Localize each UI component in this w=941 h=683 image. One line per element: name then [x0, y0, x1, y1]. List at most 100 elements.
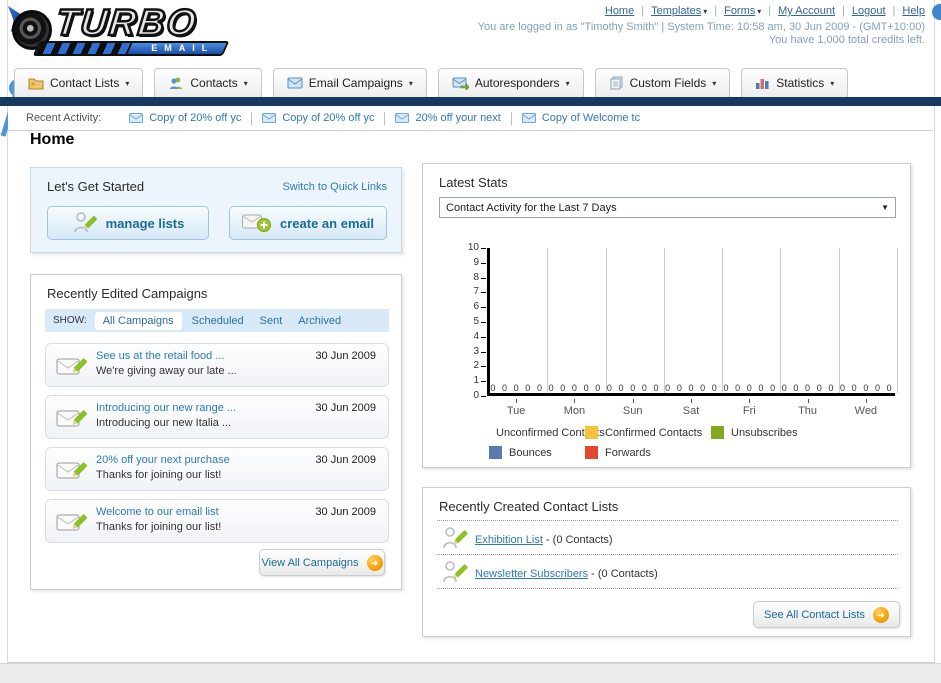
view-all-campaigns-button[interactable]: View All Campaigns ➜ — [259, 549, 385, 576]
chart-y-tick-mark — [481, 396, 486, 397]
campaign-title-link[interactable]: Introducing our new range ... — [96, 402, 236, 414]
chart-value-label: 0 — [758, 383, 764, 393]
chart-x-tick-mark — [807, 399, 809, 403]
campaign-title-link[interactable]: Welcome to our email list — [96, 506, 219, 518]
campaigns-title: Recently Edited Campaigns — [47, 286, 208, 301]
legend-swatch — [585, 426, 598, 439]
campaign-row[interactable]: Welcome to our email list Thanks for joi… — [45, 499, 389, 543]
contact-list-count: - (0 Contacts) — [588, 568, 658, 580]
envelope-plus-icon — [242, 214, 272, 232]
create-email-button[interactable]: create an email — [229, 206, 387, 240]
nav-tab-statistics[interactable]: Statistics ▾ — [741, 68, 849, 97]
page-footer — [0, 663, 941, 683]
select-caret-icon: ▼ — [881, 203, 889, 212]
recent-activity-link[interactable]: Copy of 20% off yc — [282, 112, 374, 124]
legend-entry: Bounces — [489, 446, 585, 459]
see-all-contact-lists-label: See All Contact Lists — [764, 608, 865, 621]
chart-y-tick-mark — [481, 366, 486, 368]
caret-down-icon: ▾ — [830, 78, 835, 88]
campaign-row[interactable]: See us at the retail food ... We're givi… — [45, 343, 389, 387]
chart-x-tick-mark — [749, 399, 751, 403]
filter-scheduled[interactable]: Scheduled — [192, 315, 244, 327]
nav-tab-custom-fields[interactable]: Custom Fields ▾ — [594, 68, 731, 97]
campaign-subtitle: We're giving away our late ... — [96, 365, 237, 377]
campaign-envelope-pencil-icon — [56, 462, 88, 479]
chart-y-tick-mark — [481, 277, 486, 279]
manage-lists-label: manage lists — [105, 215, 185, 231]
chart-value-label: 0 — [805, 383, 811, 393]
recent-activity-item[interactable]: Copy of 20% off yc — [119, 112, 251, 124]
latest-stats-title: Latest Stats — [439, 175, 508, 190]
campaign-row[interactable]: 20% off your next purchase Thanks for jo… — [45, 447, 389, 491]
navy-divider-bar — [0, 97, 941, 106]
chart-x-tick-mark — [516, 399, 518, 403]
manage-lists-button[interactable]: manage lists — [47, 206, 209, 240]
header-link-templates[interactable]: Templates — [651, 5, 701, 17]
campaign-envelope-pencil-icon — [56, 410, 88, 427]
chart-value-label: 0 — [618, 383, 624, 393]
see-all-contact-lists-button[interactable]: See All Contact Lists ➜ — [753, 601, 900, 628]
envelope-icon — [395, 113, 410, 123]
logo-subtitle: EMAIL — [151, 43, 215, 53]
custom-fields-icon — [610, 76, 623, 90]
header-link-forms[interactable]: Forms — [724, 5, 755, 17]
chart-value-label: 0 — [560, 383, 566, 393]
chart-x-category-label: Fri — [742, 405, 756, 417]
contact-lists-icon — [28, 78, 44, 90]
nav-tab-contacts[interactable]: Contacts ▾ — [154, 68, 262, 97]
get-started-panel: Let's Get Started Switch to Quick Links … — [30, 167, 402, 253]
chart-gridline — [838, 248, 840, 393]
nav-tab-contact-lists[interactable]: Contact Lists ▾ — [14, 68, 144, 97]
filter-archived[interactable]: Archived — [298, 315, 341, 327]
nav-tab-email-campaigns[interactable]: Email Campaigns ▾ — [272, 68, 427, 97]
dotted-divider — [437, 520, 898, 521]
chart-gridline — [547, 248, 549, 393]
filter-sent[interactable]: Sent — [260, 315, 283, 327]
chart-gridline — [605, 248, 607, 393]
chart-y-tick-label: 8 — [473, 271, 479, 283]
header-link-home[interactable]: Home — [605, 5, 634, 17]
stats-period-select[interactable]: Contact Activity for the Last 7 Days ▼ — [439, 197, 896, 218]
campaign-envelope-pencil-icon — [56, 514, 88, 531]
chart-value-label: 0 — [735, 383, 741, 393]
recent-activity-item[interactable]: Copy of 20% off yc — [252, 112, 384, 124]
campaign-subtitle: Thanks for joining our list! — [96, 521, 222, 533]
recent-activity-link[interactable]: Copy of Welcome tc — [542, 112, 640, 124]
recent-activity-item[interactable]: 20% off your next — [385, 112, 510, 124]
list-person-pencil-icon — [443, 527, 468, 549]
campaign-title-link[interactable]: See us at the retail food ... — [96, 350, 224, 362]
nav-tab-autoresponders[interactable]: Autoresponders ▾ — [437, 68, 584, 97]
dropdown-caret-icon: ▾ — [703, 7, 708, 16]
campaign-title-link[interactable]: 20% off your next purchase — [96, 454, 230, 466]
campaign-row[interactable]: Introducing our new range ... Introducin… — [45, 395, 389, 439]
contact-list-item: Newsletter Subscribers - (0 Contacts) — [475, 568, 658, 580]
contact-list-link[interactable]: Newsletter Subscribers — [475, 568, 588, 580]
header-link-logout[interactable]: Logout — [852, 5, 886, 17]
switch-quick-links[interactable]: Switch to Quick Links — [282, 181, 387, 193]
envelope-icon — [129, 113, 144, 123]
legend-label: Confirmed Contacts — [605, 426, 703, 439]
logo-title: TURBO — [53, 1, 201, 45]
header-link-help[interactable]: Help — [902, 5, 925, 17]
campaign-date: 30 Jun 2009 — [315, 402, 376, 414]
show-label: SHOW: — [53, 315, 87, 326]
arrow-right-icon: ➜ — [872, 606, 889, 623]
chart-x-category-label: Thu — [798, 405, 818, 417]
chart-x-tick-mark — [574, 399, 576, 403]
arrow-right-icon: ➜ — [366, 554, 383, 571]
chart-value-label: 0 — [536, 383, 542, 393]
chart-value-label: 0 — [711, 383, 717, 393]
chart-y-tick-mark — [481, 322, 486, 323]
chart-value-label: 0 — [840, 383, 846, 393]
recent-activity-item[interactable]: Copy of Welcome tc — [512, 112, 650, 124]
recent-activity-link[interactable]: 20% off your next — [415, 112, 500, 124]
chart-gridline — [897, 248, 898, 393]
chart-plot-area — [487, 248, 898, 396]
legend-entry: Unconfirmed Contacts — [489, 426, 605, 439]
header-link-my-account[interactable]: My Account — [778, 5, 835, 17]
contact-list-link[interactable]: Exhibition List — [475, 534, 543, 546]
filter-all-campaigns[interactable]: All Campaigns — [94, 311, 182, 330]
caret-down-icon: ▾ — [243, 78, 248, 88]
link-separator: | — [714, 5, 718, 17]
recent-activity-link[interactable]: Copy of 20% off yc — [149, 112, 241, 124]
